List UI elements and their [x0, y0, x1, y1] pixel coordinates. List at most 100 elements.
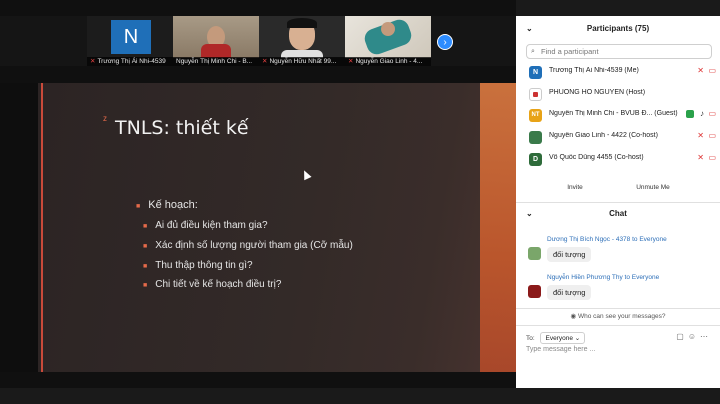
slide-item-text: Thu thập thông tin gì?: [155, 260, 253, 271]
chat-message-input[interactable]: Type message here ...: [526, 346, 595, 353]
avatar: [528, 247, 541, 260]
tile-name-bar: ✕ Nguyễn Hữu Nhất 99...: [259, 57, 345, 66]
participant-row[interactable]: D Võ Quốc Dũng 4455 (Co-host) ✕ ▭: [526, 151, 716, 169]
slide-title: TNLS: thiết kế: [115, 117, 249, 139]
mic-muted-icon: ✕: [348, 58, 354, 65]
panel-top-bar: [516, 0, 720, 16]
slide-marker: z: [103, 114, 107, 123]
video-feed: [259, 16, 345, 58]
participant-row[interactable]: N Trương Thị Ái Nhi-4539 (Me) ✕ ▭: [526, 64, 716, 82]
tile-name: Nguyễn Giao Linh - 4...: [355, 58, 423, 65]
search-icon: ⌕: [531, 48, 535, 55]
next-page-button[interactable]: ›: [437, 34, 453, 50]
tile-name: Nguyễn Thị Minh Chi - B...: [176, 58, 253, 65]
chat-tools: ▢☺⋯: [676, 332, 712, 341]
chat-message: đối tượng: [547, 247, 592, 262]
unmute-me-button[interactable]: Unmute Me: [628, 182, 678, 194]
more-icon[interactable]: ⋯: [700, 332, 712, 341]
file-icon[interactable]: ▢: [676, 332, 688, 341]
mic-muted-icon[interactable]: ✕: [697, 131, 704, 140]
tile-name-bar: ✕ Nguyễn Giao Linh - 4...: [345, 57, 431, 66]
mic-muted-icon: ✕: [262, 58, 268, 65]
tile-name: Nguyễn Hữu Nhất 99...: [269, 58, 337, 65]
video-off-icon[interactable]: ▭: [708, 109, 716, 118]
participant-search-input[interactable]: ⌕ Find a participant: [526, 44, 712, 59]
video-tile[interactable]: N ✕ Trương Thị Ái Nhi-4539: [87, 16, 173, 66]
video-off-icon[interactable]: ▭: [708, 153, 716, 162]
participant-name: Võ Quốc Dũng 4455 (Co-host): [549, 154, 644, 161]
who-can-see-link[interactable]: ◉ Who can see your messages?: [516, 312, 720, 320]
mic-muted-icon: ✕: [90, 58, 96, 65]
bullet-icon: ■: [143, 282, 148, 289]
participant-row[interactable]: PHUONG HO NGUYEN (Host): [526, 86, 716, 104]
avatar: [529, 88, 542, 101]
participant-row[interactable]: NT Nguyễn Thị Minh Chi - BVUB Đ... (Gues…: [526, 107, 716, 125]
avatar-logo-icon: [533, 92, 538, 97]
person-face: [381, 22, 395, 36]
zoom-window: N ✕ Trương Thị Ái Nhi-4539 Nguyễn Thị Min…: [0, 0, 720, 404]
video-off-icon[interactable]: ▭: [708, 131, 716, 140]
mic-muted-icon[interactable]: ✕: [697, 153, 704, 162]
chat-title: Chat: [609, 209, 627, 218]
chat-message: đối tượng: [547, 285, 592, 300]
to-label: To:: [526, 335, 535, 342]
avatar: N: [111, 20, 151, 54]
recipient-value: Everyone: [545, 335, 573, 342]
slide-heading-text: Kế hoạch:: [148, 199, 198, 211]
avatar: [529, 131, 542, 144]
slide-heading: ■ Kế hoạch:: [136, 199, 198, 211]
bullet-icon: ■: [143, 223, 148, 230]
participant-name: Trương Thị Ái Nhi-4539 (Me): [549, 67, 639, 74]
video-tile[interactable]: ✕ Nguyễn Hữu Nhất 99...: [259, 16, 345, 66]
participants-header: ⌄ Participants (75): [516, 19, 720, 39]
avatar: NT: [529, 109, 542, 122]
video-tile[interactable]: Nguyễn Thị Minh Chi - B...: [173, 16, 259, 66]
slide-item: ■ Thu thập thông tin gì?: [143, 260, 253, 271]
bullet-icon: ■: [143, 263, 148, 270]
divider: [516, 308, 720, 309]
video-feed: [345, 16, 431, 58]
slide-item: ■ Xác định số lượng người tham gia (Cỡ mẫ…: [143, 240, 353, 251]
avatar: [528, 285, 541, 298]
search-placeholder: Find a participant: [541, 47, 599, 56]
chat-header: ⌄ Chat: [516, 204, 720, 224]
person-hair: [287, 18, 317, 28]
divider: [516, 325, 720, 326]
tile-name-bar: Nguyễn Thị Minh Chi - B...: [173, 57, 259, 66]
video-feed: [173, 16, 259, 58]
recipient-select[interactable]: Everyone ⌄: [540, 332, 586, 344]
participant-name: Nguyễn Thị Minh Chi - BVUB Đ... (Guest): [549, 110, 678, 117]
slide-item-text: Chi tiết về kế hoạch điều trị?: [155, 279, 282, 290]
bullet-icon: ■: [143, 243, 148, 250]
message-sender: Dương Thị Bích Ngọc - 4378 to Everyone: [547, 236, 667, 243]
slide-item: ■ Chi tiết về kế hoạch điều trị?: [143, 279, 281, 290]
chevron-down-icon[interactable]: ⌄: [526, 204, 533, 224]
shared-screen: z TNLS: thiết kế ■ Kế hoạch: ■ Ai đủ điều …: [0, 83, 516, 372]
status-badge: [686, 110, 694, 118]
video-feed: N: [87, 16, 173, 58]
presentation-slide: z TNLS: thiết kế ■ Kế hoạch: ■ Ai đủ điều …: [38, 83, 516, 372]
video-off-icon[interactable]: ▭: [708, 66, 716, 75]
video-tile[interactable]: ✕ Nguyễn Giao Linh - 4...: [345, 16, 431, 66]
message-sender: Nguyễn Hiền Phương Thy to Everyone: [547, 274, 660, 281]
recipient-row: To: Everyone ⌄: [526, 332, 586, 344]
mic-muted-icon[interactable]: ✕: [697, 66, 704, 75]
mic-on-icon[interactable]: ♪: [700, 109, 704, 118]
meeting-area: N ✕ Trương Thị Ái Nhi-4539 Nguyễn Thị Min…: [0, 0, 516, 404]
tile-name-bar: ✕ Trương Thị Ái Nhi-4539: [87, 57, 173, 66]
who-sees-text: Who can see your messages?: [578, 313, 666, 320]
bullet-icon: ■: [136, 203, 141, 210]
slide-item: ■ Ai đủ điều kiện tham gia?: [143, 220, 268, 231]
emoji-icon[interactable]: ☺: [688, 332, 700, 341]
bottom-bar: [0, 388, 720, 404]
invite-button[interactable]: Invite: [560, 182, 590, 194]
participant-row[interactable]: Nguyễn Giao Linh - 4422 (Co-host) ✕ ▭: [526, 129, 716, 147]
avatar: D: [529, 153, 542, 166]
chevron-down-icon[interactable]: ⌄: [526, 19, 533, 39]
slide-decoration: [480, 83, 516, 372]
side-panel: ⌄ Participants (75) ⌕ Find a participant…: [516, 16, 720, 388]
participant-name: Nguyễn Giao Linh - 4422 (Co-host): [549, 132, 658, 139]
avatar: N: [529, 66, 542, 79]
slide-item-text: Xác định số lượng người tham gia (Cỡ mẫu…: [155, 240, 353, 251]
participants-title: Participants (75): [586, 24, 650, 33]
